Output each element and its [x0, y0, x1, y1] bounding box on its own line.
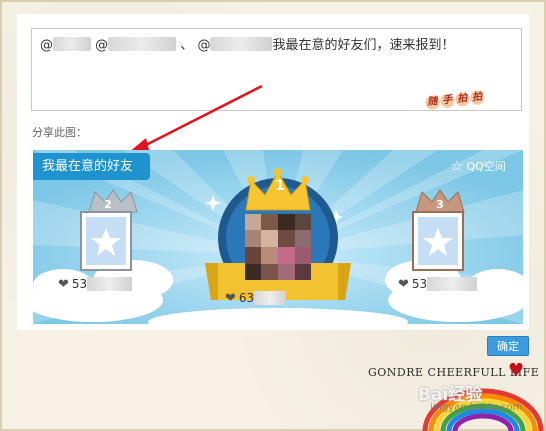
- rank-3-score-blurred: [427, 277, 478, 291]
- qzone-brand-label: QQ空间: [466, 160, 506, 173]
- heart-icon: ❤: [58, 277, 69, 292]
- heart-icon: ❤: [225, 291, 236, 306]
- share-image-card[interactable]: 我最在意的好友 ☆ QQ空间 1 2 3 ❤ 53 ❤ 63 ❤ 53: [33, 150, 523, 324]
- rank-1-score-value: 63: [238, 291, 255, 305]
- baidu-watermark-url: jingyan.baidu.com: [430, 402, 523, 413]
- rank-2-score-blurred: [87, 277, 133, 291]
- rank-2-score-value: 53: [71, 277, 88, 291]
- rank-1-score: ❤ 63: [225, 290, 287, 306]
- confirm-button[interactable]: 确定: [487, 336, 529, 356]
- card-title-tag: 我最在意的好友: [33, 153, 150, 180]
- rank-2-number: 2: [104, 198, 112, 211]
- rank-1-score-blurred: [254, 291, 287, 305]
- rank-2-score: ❤ 53: [58, 276, 133, 292]
- rank-3-score: ❤ 53: [398, 276, 478, 292]
- share-label: 分享此图：: [32, 126, 87, 139]
- red-heart-icon: ♥: [508, 360, 525, 381]
- rank-3-number: 3: [436, 198, 444, 211]
- rank-3-score-value: 53: [411, 277, 428, 291]
- rank-1-number: 1: [275, 178, 285, 194]
- qzone-brand: ☆ QQ空间: [450, 157, 506, 175]
- heart-icon: ❤: [398, 277, 409, 292]
- qzone-star-icon: ☆: [450, 157, 464, 175]
